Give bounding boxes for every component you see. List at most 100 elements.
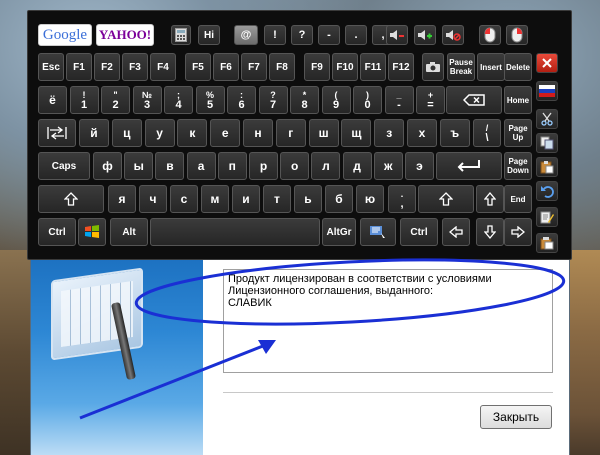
letter-key[interactable]: й: [79, 119, 109, 147]
number-key[interactable]: :6: [227, 86, 256, 114]
down-arrow-key[interactable]: [476, 218, 504, 246]
context-menu-key[interactable]: [360, 218, 396, 246]
end-key[interactable]: End: [504, 185, 532, 213]
letter-key[interactable]: с: [170, 185, 198, 213]
language-switch-button[interactable]: [536, 81, 558, 101]
function-key[interactable]: F11: [360, 53, 386, 81]
function-key[interactable]: F6: [213, 53, 239, 81]
right-arrow-key[interactable]: [504, 218, 532, 246]
number-key[interactable]: ! 1: [69, 86, 99, 114]
paste-button[interactable]: [536, 157, 558, 177]
function-key[interactable]: F7: [241, 53, 267, 81]
cut-button[interactable]: [536, 109, 558, 129]
altgr-key[interactable]: AltGr: [322, 218, 356, 246]
right-ctrl-key[interactable]: Ctrl: [400, 218, 438, 246]
up-arrow-key[interactable]: [476, 185, 504, 213]
letter-key[interactable]: д: [342, 152, 372, 180]
number-key[interactable]: * 8: [290, 86, 319, 114]
letter-key[interactable]: ш: [308, 119, 339, 147]
dash-button[interactable]: -: [318, 25, 340, 45]
letter-key[interactable]: б: [325, 185, 353, 213]
letter-key[interactable]: ь: [294, 185, 322, 213]
letter-key[interactable]: э: [405, 152, 434, 180]
right-shift-key[interactable]: [418, 185, 474, 213]
copy-button[interactable]: [536, 133, 558, 153]
space-key[interactable]: [150, 218, 320, 246]
mouse-left-button[interactable]: [479, 25, 501, 45]
letter-key[interactable]: о: [280, 152, 310, 180]
tab-key[interactable]: [38, 119, 76, 147]
number-key[interactable]: ё: [38, 86, 67, 114]
page-up-key[interactable]: Page Up: [504, 119, 532, 147]
letter-key[interactable]: ж: [373, 152, 403, 180]
number-key[interactable]: № 3: [132, 86, 162, 114]
letter-key[interactable]: е: [210, 119, 241, 147]
number-key[interactable]: ) 0: [353, 86, 382, 114]
function-key[interactable]: F5: [185, 53, 211, 81]
hi-button[interactable]: Hi: [198, 25, 220, 45]
undo-button[interactable]: [536, 181, 558, 201]
letter-key[interactable]: г: [275, 119, 306, 147]
left-arrow-key[interactable]: [442, 218, 470, 246]
number-key[interactable]: + =: [416, 86, 445, 114]
left-alt-key[interactable]: Alt: [110, 218, 148, 246]
period-comma-key[interactable]: .,: [388, 185, 416, 213]
left-shift-key[interactable]: [38, 185, 104, 213]
license-text-box[interactable]: Продукт лицензирован в соответствии с ус…: [223, 269, 553, 373]
number-key[interactable]: (9: [321, 86, 351, 114]
delete-key[interactable]: Delete: [504, 53, 532, 81]
function-key[interactable]: F3: [122, 53, 148, 81]
letter-key[interactable]: х: [407, 119, 437, 147]
pause-break-key[interactable]: Pause Break: [447, 53, 475, 81]
caps-lock-key[interactable]: Caps: [38, 152, 90, 180]
at-button[interactable]: @: [234, 25, 258, 45]
letter-key[interactable]: ю: [356, 185, 384, 213]
letter-key[interactable]: ф: [93, 152, 122, 180]
letter-key[interactable]: н: [243, 119, 273, 147]
letter-key[interactable]: з: [374, 119, 405, 147]
enter-key[interactable]: [436, 152, 502, 180]
letter-key[interactable]: и: [232, 185, 260, 213]
letter-key[interactable]: т: [263, 185, 291, 213]
letter-key[interactable]: ъ: [439, 119, 470, 147]
function-key[interactable]: F9: [304, 53, 330, 81]
exclaim-button[interactable]: !: [264, 25, 286, 45]
volume-up-button[interactable]: [414, 25, 436, 45]
google-search-button[interactable]: Google: [38, 24, 92, 46]
letter-key[interactable]: щ: [341, 119, 372, 147]
left-ctrl-key[interactable]: Ctrl: [38, 218, 76, 246]
volume-down-button[interactable]: [386, 25, 408, 45]
letter-key[interactable]: а: [186, 152, 216, 180]
question-button[interactable]: ?: [291, 25, 313, 45]
letter-key[interactable]: ч: [139, 185, 167, 213]
function-key[interactable]: F12: [388, 53, 414, 81]
mouse-right-button[interactable]: [506, 25, 528, 45]
letter-key[interactable]: к: [177, 119, 208, 147]
function-key[interactable]: F2: [94, 53, 120, 81]
letter-key[interactable]: ы: [124, 152, 154, 180]
function-key[interactable]: F10: [332, 53, 358, 81]
windows-key[interactable]: [78, 218, 106, 246]
dot-button[interactable]: .: [345, 25, 367, 45]
screenshot-key[interactable]: [422, 53, 444, 81]
mute-button[interactable]: [442, 25, 464, 45]
calculator-button[interactable]: [171, 25, 191, 45]
function-key[interactable]: Esc: [38, 53, 64, 81]
yahoo-search-button[interactable]: YAHOO!: [96, 24, 154, 46]
letter-key[interactable]: р: [249, 152, 278, 180]
letter-key[interactable]: я: [108, 185, 136, 213]
number-key[interactable]: ? 7: [258, 86, 288, 114]
letter-key[interactable]: л: [311, 152, 341, 180]
select-all-button[interactable]: [536, 207, 558, 227]
letter-key[interactable]: у: [144, 119, 175, 147]
home-key[interactable]: Home: [504, 86, 532, 114]
function-key[interactable]: F8: [269, 53, 295, 81]
clipboard-button[interactable]: [536, 233, 558, 253]
page-down-key[interactable]: Page Down: [504, 152, 532, 180]
close-button[interactable]: Закрыть: [480, 405, 552, 429]
letter-key[interactable]: п: [217, 152, 247, 180]
function-key[interactable]: F4: [150, 53, 176, 81]
backslash-key[interactable]: / \: [473, 119, 501, 147]
number-key[interactable]: " 2: [101, 86, 130, 114]
number-key[interactable]: % 5: [195, 86, 225, 114]
